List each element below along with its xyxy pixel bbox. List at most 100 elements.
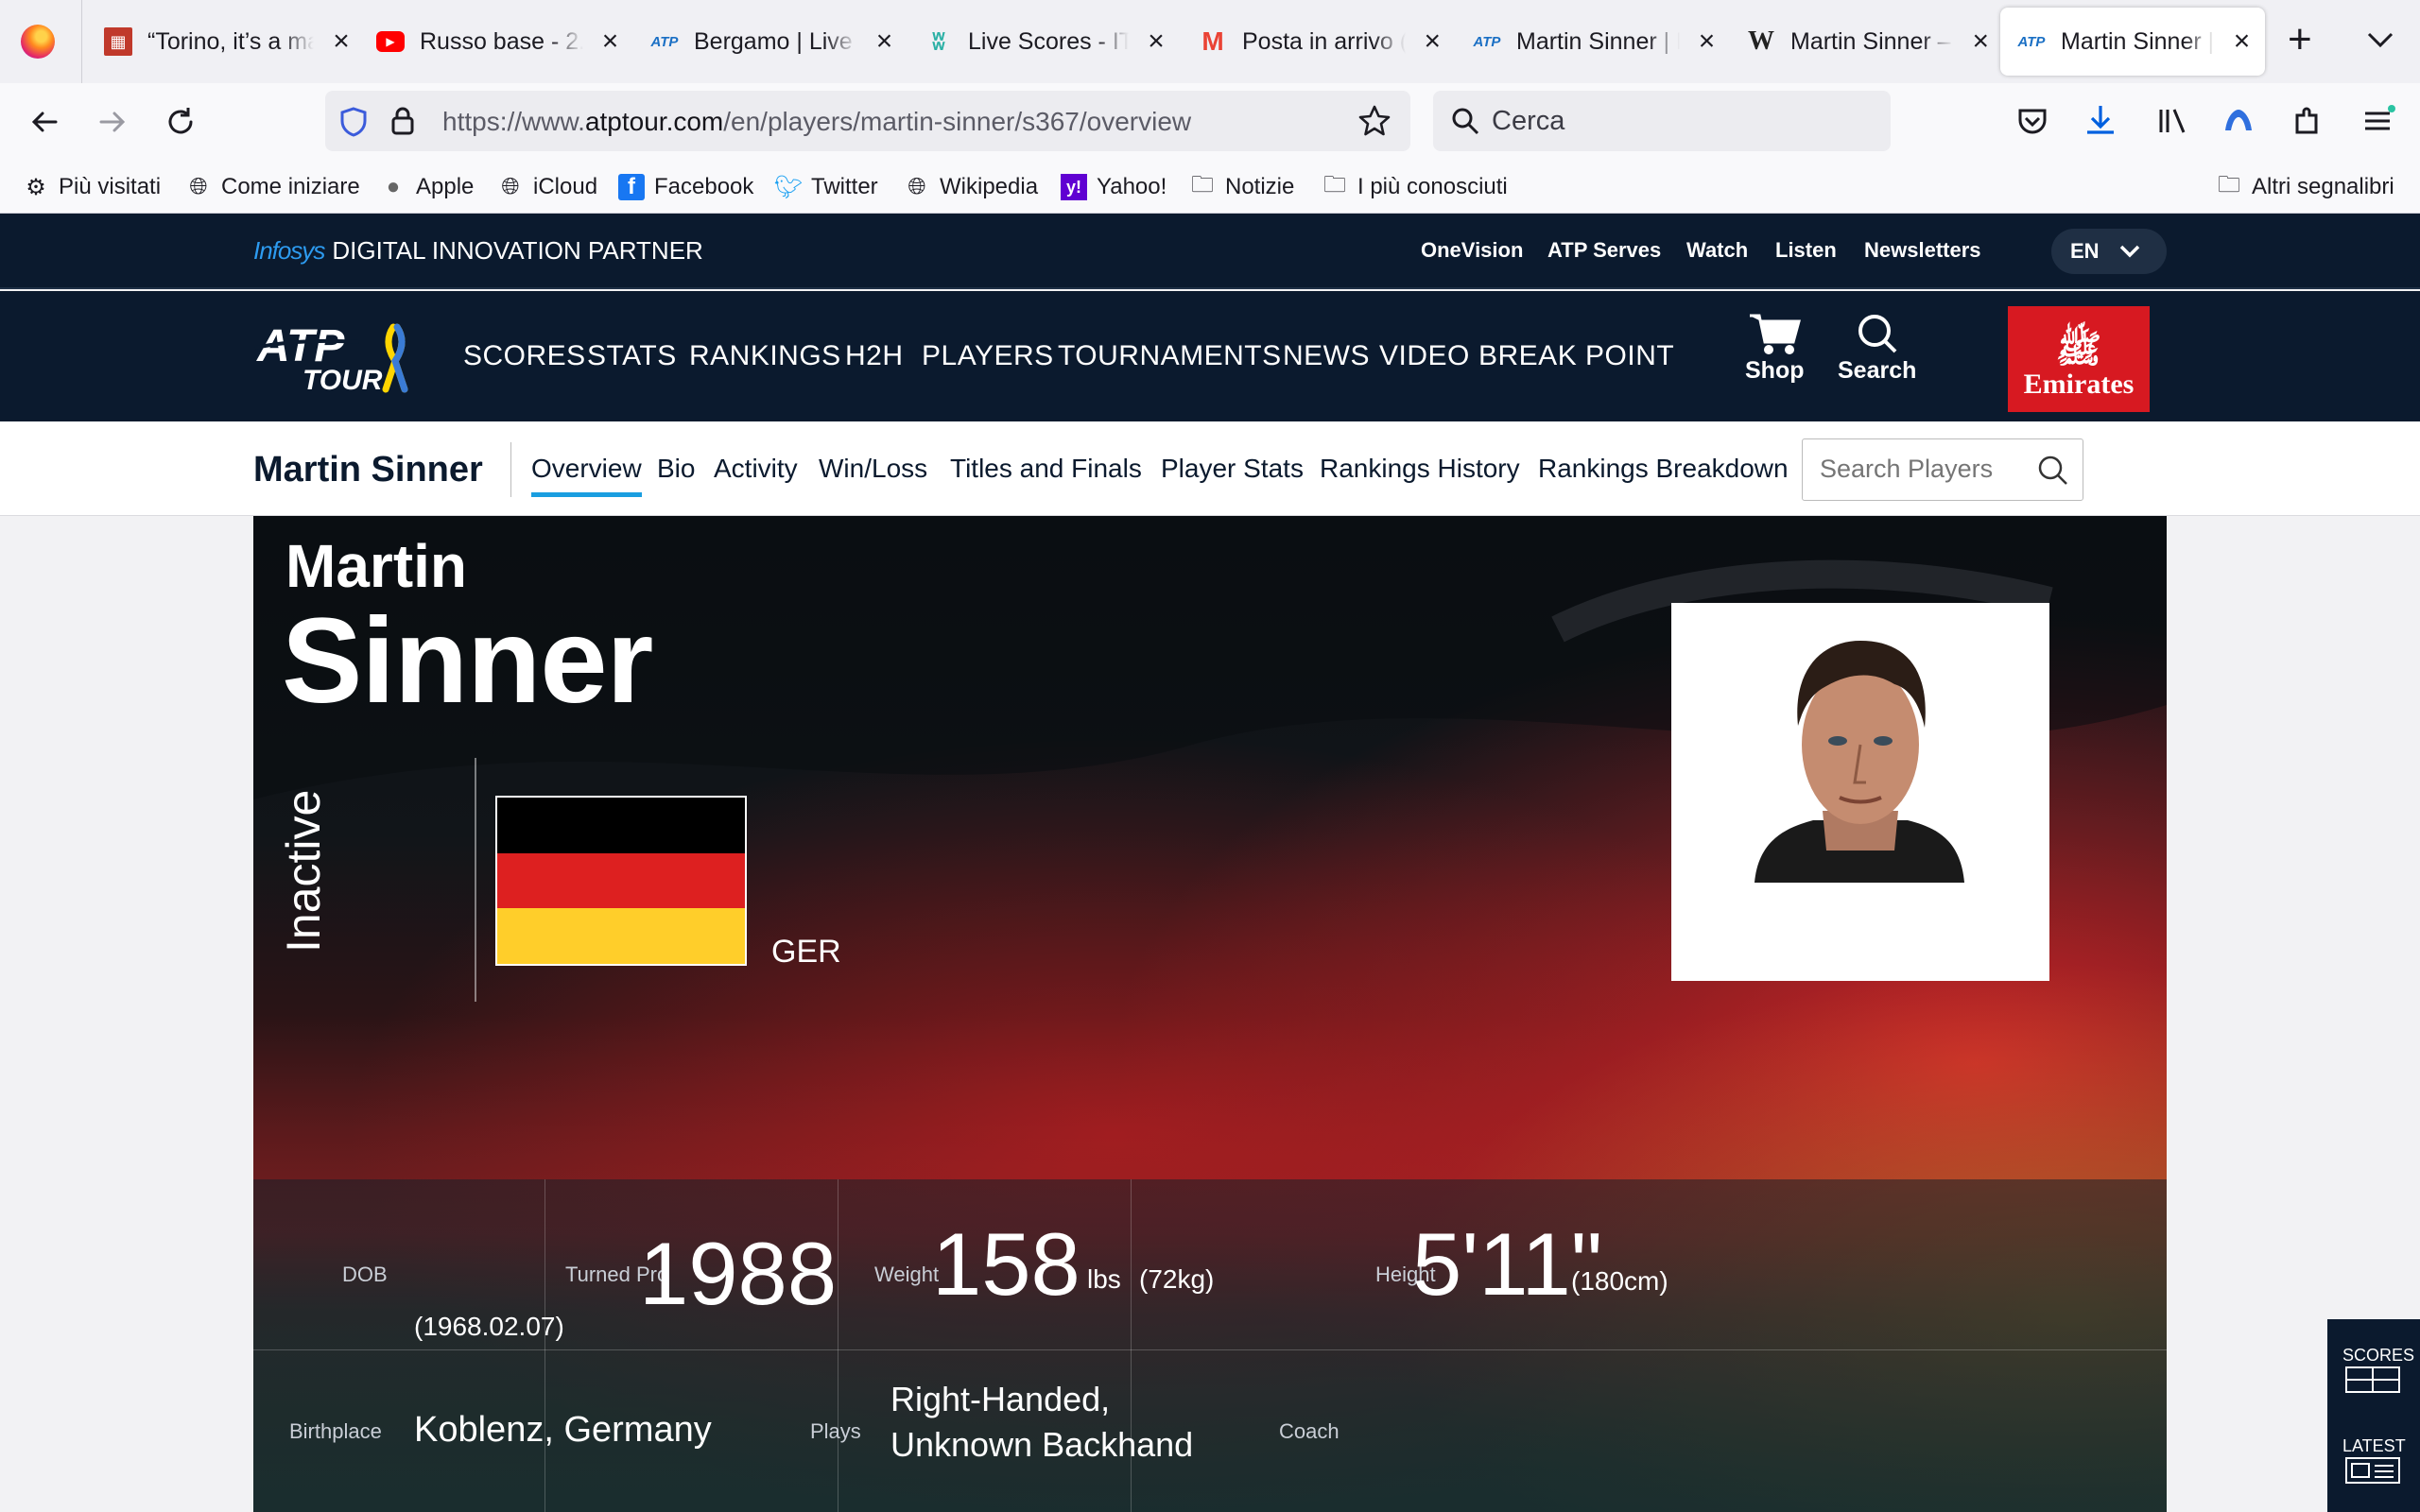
bookmark-item[interactable]: 🌐︎ Come iniziare [185, 170, 359, 204]
forward-button[interactable] [91, 100, 134, 144]
player-photo [1671, 603, 2049, 981]
height-metric: (180cm) [1571, 1266, 1668, 1296]
star-icon[interactable] [1357, 104, 1392, 138]
lock-icon[interactable] [389, 106, 416, 136]
browser-tab[interactable]: M Posta in arrivo (2 × [1182, 8, 1456, 76]
bookmark-item[interactable]: ⚙ Più visitati [23, 170, 161, 204]
back-button[interactable] [23, 100, 66, 144]
tab-title: Martin Sinner – Wikipedia [1790, 27, 1954, 55]
tab-titles-finals[interactable]: Titles and Finals [950, 454, 1142, 484]
chevron-down-icon [2119, 245, 2139, 258]
weight-label: Weight [874, 1263, 940, 1286]
bookmark-item[interactable]: 🌐︎ Wikipedia [904, 170, 1038, 204]
close-icon[interactable]: × [2230, 27, 2254, 56]
search-players-box [1802, 438, 2083, 501]
arrow-right-icon [99, 112, 126, 132]
browser-tab[interactable]: ▶ Russo base - 2. 3 × [359, 8, 633, 76]
scores-widget-button[interactable]: SCORES [2342, 1346, 2414, 1399]
search-bar[interactable]: Cerca [1433, 91, 1891, 151]
close-icon[interactable]: × [1695, 27, 1719, 56]
tab-rankings-history[interactable]: Rankings History [1320, 454, 1520, 484]
close-icon[interactable]: × [873, 27, 896, 56]
shield-icon[interactable] [338, 106, 369, 138]
browser-tab-active[interactable]: ATP Martin Sinner | Overview × [2000, 8, 2265, 76]
browser-tab[interactable]: W Martin Sinner – Wikipedia × [1730, 8, 2004, 76]
other-bookmarks[interactable]: 🗀 Altri segnalibri [2216, 170, 2394, 204]
tab-title: Posta in arrivo (2 [1242, 27, 1406, 55]
globe-icon: 🌐︎ [908, 174, 926, 199]
folder-icon: 🗀 [2218, 171, 2240, 198]
infosys-partner[interactable]: Infosys DIGITAL INNOVATION PARTNER [253, 236, 703, 266]
browser-tab[interactable]: ʬ Live Scores - ITF × [908, 8, 1182, 76]
latest-widget-button[interactable]: LATEST [2342, 1436, 2405, 1489]
nav-players[interactable]: PLAYERS [922, 340, 1054, 372]
tab-bio[interactable]: Bio [657, 454, 695, 484]
browser-tab[interactable]: ▦ “Torino, it’s a magic” × [87, 8, 388, 76]
tab-title: Live Scores - ITF [968, 27, 1129, 55]
player-hero: Martin Sinner Inactive GER DOB (1968.02.… [253, 516, 2167, 1512]
gmail-icon: M [1201, 26, 1224, 56]
browser-tab[interactable]: ATP Bergamo | Live Scores × [633, 8, 908, 76]
search-players-input[interactable] [1803, 439, 2020, 498]
shop-button[interactable]: Shop [1745, 310, 1805, 385]
germany-flag-icon [495, 796, 747, 966]
download-icon[interactable] [2083, 102, 2118, 138]
bookmark-item[interactable]: y! Yahoo! [1061, 170, 1167, 204]
firefox-icon[interactable] [21, 25, 55, 59]
bookmarks-bar: ⚙ Più visitati 🌐︎ Come iniziare ● Apple 🌐︎ i… [0, 161, 2420, 214]
player-stats-panel: DOB (1968.02.07) Turned Pro 1988 Weight … [253, 1179, 2167, 1512]
menu-icon[interactable] [2360, 102, 2397, 140]
nav-tournaments[interactable]: TOURNAMENTS [1058, 340, 1282, 372]
tab-activity[interactable]: Activity [714, 454, 798, 484]
nav-video[interactable]: VIDEO [1379, 340, 1470, 372]
close-icon[interactable]: × [329, 27, 354, 56]
reload-button[interactable] [159, 100, 202, 144]
library-icon[interactable] [2155, 104, 2189, 138]
atp-tour-logo[interactable]: ATP TOUR [253, 319, 433, 395]
top-link[interactable]: Newsletters [1864, 238, 1981, 263]
new-tab-button[interactable]: + [2288, 19, 2312, 60]
browser-tab[interactable]: ATP Martin Sinner | Bio × [1456, 8, 1730, 76]
url-text[interactable]: https://www.atptour.com/en/players/marti… [442, 107, 1191, 137]
bookmark-item[interactable]: 🗀 Notizie [1189, 170, 1294, 204]
bookmark-item[interactable]: 🐦︎ Twitter [774, 170, 878, 204]
nav-stats[interactable]: STATS [587, 340, 677, 372]
site-search-button[interactable]: Search [1838, 310, 1916, 385]
url-bar[interactable]: https://www.atptour.com/en/players/marti… [325, 91, 1410, 151]
bookmark-item[interactable]: 🗀 I più conosciuti [1322, 170, 1508, 204]
close-icon[interactable]: × [598, 27, 622, 56]
tab-player-stats[interactable]: Player Stats [1161, 454, 1304, 484]
nav-news[interactable]: NEWS [1283, 340, 1370, 372]
close-icon[interactable]: × [1969, 27, 1993, 56]
language-selector[interactable]: EN [2051, 229, 2167, 274]
nav-break-point[interactable]: BREAK POINT [1478, 340, 1674, 372]
birthplace-label: Birthplace [289, 1419, 382, 1443]
bookmark-item[interactable]: f Facebook [618, 170, 753, 204]
tab-win-loss[interactable]: Win/Loss [819, 454, 927, 484]
pocket-icon[interactable] [2015, 104, 2049, 138]
top-link[interactable]: ATP Serves [1547, 238, 1661, 263]
bookmark-item[interactable]: 🌐︎ iCloud [497, 170, 597, 204]
top-link[interactable]: Listen [1775, 238, 1837, 263]
search-icon[interactable] [2037, 455, 2069, 487]
extensions-icon[interactable] [2290, 104, 2324, 138]
tab-overview[interactable]: Overview [531, 454, 642, 497]
chevron-down-icon[interactable] [2363, 23, 2397, 57]
top-link[interactable]: OneVision [1421, 238, 1523, 263]
player-subnav: Martin Sinner Overview Bio Activity Win/… [0, 421, 2420, 516]
tab-rankings-breakdown[interactable]: Rankings Breakdown [1538, 454, 1789, 484]
nav-h2h[interactable]: H2H [845, 340, 904, 372]
main-navigation: ATP TOUR SCORES STATS RANKINGS H2H PLAYE… [0, 291, 2420, 421]
close-icon[interactable]: × [1144, 27, 1168, 56]
nav-scores[interactable]: SCORES [463, 340, 586, 372]
top-link[interactable]: Watch [1686, 238, 1748, 263]
close-icon[interactable]: × [1421, 27, 1444, 56]
gear-icon: ⚙ [26, 174, 46, 200]
bookmark-item[interactable]: ● Apple [380, 170, 475, 204]
nav-rankings[interactable]: RANKINGS [689, 340, 841, 372]
atp-icon: ATP [1473, 33, 1501, 50]
player-first-name: Martin [285, 532, 467, 600]
vpn-icon[interactable] [2221, 104, 2256, 138]
wikipedia-icon: W [1748, 26, 1774, 56]
emirates-sponsor[interactable]: ﷺ Emirates [2008, 306, 2150, 412]
